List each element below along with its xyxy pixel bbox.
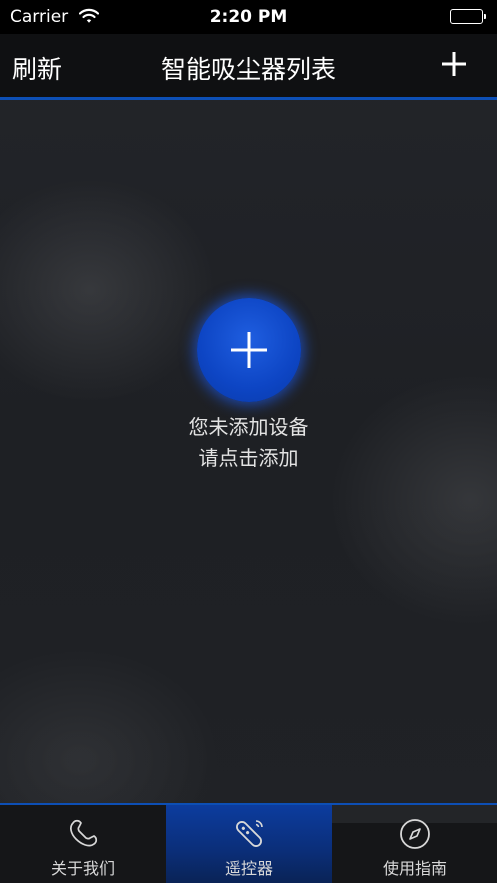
status-time: 2:20 PM [209,7,288,27]
page-title: 智能吸尘器列表 [160,55,336,84]
plus-icon [442,52,466,76]
compass-icon [398,817,432,851]
tab-about[interactable]: 关于我们 [0,805,166,883]
tab-bar: 遥控器 使用指南 关于我们 [0,803,497,883]
status-bar: Carrier 2:20 PM [0,0,497,34]
phone-icon [66,817,100,851]
battery-icon [450,9,486,24]
tab-remote[interactable]: 遥控器 [166,805,332,883]
tab-about-label: 关于我们 [50,859,115,878]
tab-guide[interactable]: 使用指南 [332,805,497,883]
empty-state-line1: 您未添加设备 [188,415,309,439]
empty-state-line2: 请点击添加 [198,446,299,470]
navigation-bar: 刷新 智能吸尘器列表 [0,34,497,100]
tab-guide-label: 使用指南 [382,859,447,878]
add-device-circle-button[interactable] [197,298,301,402]
add-device-button[interactable] [438,48,470,80]
app-screen: Carrier 2:20 PM 刷新 智能吸尘器列表 您未添加设备 请点击添加 … [0,0,497,883]
empty-state-message: 您未添加设备 请点击添加 [0,412,497,474]
tab-remote-label: 遥控器 [224,859,273,878]
remote-icon [232,817,266,851]
plus-icon [231,332,267,368]
